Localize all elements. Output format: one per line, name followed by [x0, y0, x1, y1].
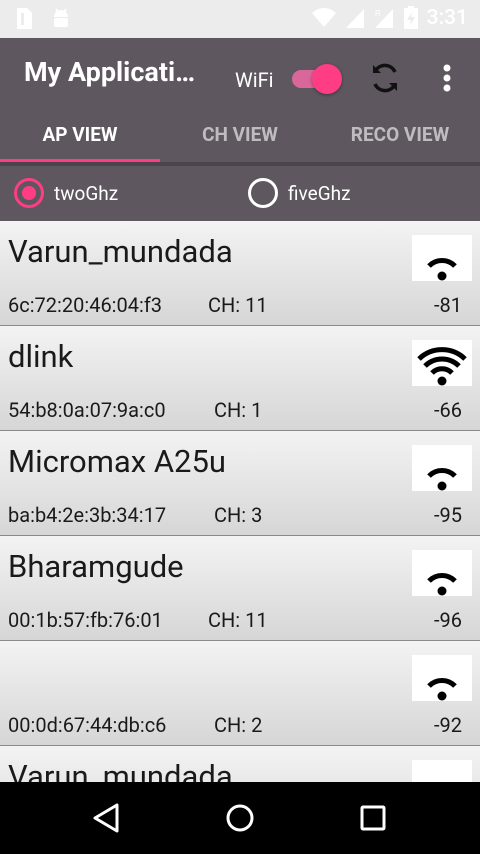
network-row[interactable]: Micromax A25u ba:b4:2e:3b:34:17 CH: 3 -9…	[0, 431, 480, 536]
svg-text:R: R	[375, 9, 381, 18]
tab-reco-view[interactable]: RECO VIEW	[320, 106, 480, 162]
network-channel: CH: 1	[214, 398, 263, 422]
network-rssi: -95	[433, 503, 462, 527]
radio-label-two-ghz: twoGhz	[54, 181, 119, 205]
network-rssi: -81	[433, 293, 462, 317]
radio-unchecked-icon	[248, 178, 278, 208]
overflow-menu-icon[interactable]	[436, 60, 458, 96]
navigation-bar	[0, 782, 480, 854]
wifi-signal-full-icon	[412, 340, 472, 386]
network-ssid: Bharamgude	[8, 548, 184, 585]
tab-ap-view[interactable]: AP VIEW	[0, 106, 160, 162]
network-list[interactable]: Varun_mundada 6c:72:20:46:04:f3 CH: 11 -…	[0, 221, 480, 782]
network-mac: 00:1b:57:fb:76:01	[8, 608, 163, 632]
network-mac: 54:b8:0a:07:9a:c0	[8, 398, 166, 422]
battery-charging-icon	[403, 6, 418, 29]
network-ssid: dlink	[8, 338, 74, 375]
app-title: My Applicati…	[24, 56, 196, 88]
cell-signal-r-icon: R	[374, 9, 393, 28]
android-icon	[54, 8, 68, 27]
network-row[interactable]: dlink 54:b8:0a:07:9a:c0 CH: 1 -66	[0, 326, 480, 431]
wifi-signal-weak-icon	[412, 655, 472, 701]
wifi-signal-weak-icon	[412, 445, 472, 491]
network-mac: 6c:72:20:46:04:f3	[8, 293, 163, 317]
radio-two-ghz[interactable]: twoGhz	[14, 178, 118, 208]
cell-signal-icon	[345, 9, 364, 28]
network-ssid: Micromax A25u	[8, 443, 226, 480]
network-mac: 00:0d:67:44:db:c6	[8, 713, 167, 737]
network-row[interactable]: Varun_mundada 6c:72:20:46:04:f3 CH: 11 -…	[0, 221, 480, 326]
home-icon[interactable]	[222, 800, 258, 836]
network-row[interactable]: Varun_mundada	[0, 746, 480, 782]
network-channel: CH: 11	[208, 293, 268, 317]
wifi-signal-weak-icon	[412, 760, 472, 782]
wifi-icon	[311, 8, 336, 27]
radio-label-five-ghz: fiveGhz	[288, 181, 351, 205]
network-rssi: -66	[433, 398, 462, 422]
network-row[interactable]: Bharamgude 00:1b:57:fb:76:01 CH: 11 -96	[0, 536, 480, 641]
network-mac: ba:b4:2e:3b:34:17	[8, 503, 167, 527]
network-channel: CH: 2	[214, 713, 263, 737]
network-ssid: Varun_mundada	[8, 233, 233, 270]
toggle-thumb	[312, 64, 342, 94]
wifi-label: WiFi	[235, 68, 274, 92]
wifi-signal-weak-icon	[412, 235, 472, 281]
band-radio-group: twoGhz fiveGhz	[0, 166, 480, 221]
network-rssi: -92	[433, 713, 462, 737]
tab-ch-view[interactable]: CH VIEW	[160, 106, 320, 162]
app-bar: My Applicati… WiFi	[0, 38, 480, 106]
refresh-icon[interactable]	[368, 60, 402, 96]
radio-five-ghz[interactable]: fiveGhz	[248, 178, 351, 208]
radio-checked-icon	[14, 178, 44, 208]
status-bar: R 3:31	[0, 0, 480, 38]
tab-bar: AP VIEW CH VIEW RECO VIEW	[0, 106, 480, 162]
recents-icon[interactable]	[355, 800, 391, 836]
network-ssid: Varun_mundada	[8, 758, 233, 782]
network-rssi: -96	[433, 608, 462, 632]
wifi-signal-weak-icon	[412, 550, 472, 596]
sim-card-icon	[17, 8, 32, 29]
network-channel: CH: 11	[208, 608, 268, 632]
status-time: 3:31	[426, 6, 468, 30]
back-icon[interactable]	[89, 800, 125, 836]
network-row[interactable]: 00:0d:67:44:db:c6 CH: 2 -92	[0, 641, 480, 746]
wifi-toggle[interactable]	[288, 64, 346, 94]
network-channel: CH: 3	[214, 503, 263, 527]
